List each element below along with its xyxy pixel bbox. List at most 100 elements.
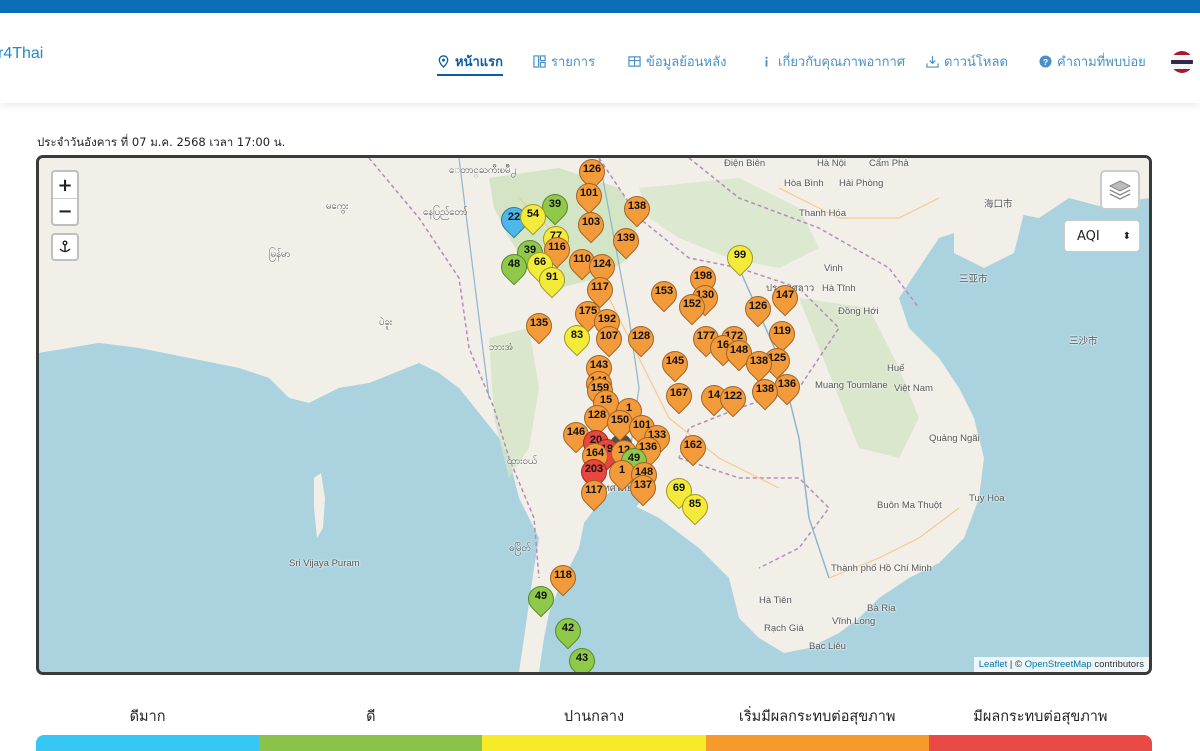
- map-place-label: မကွေး: [326, 201, 349, 212]
- attribution-separator: | ©: [1007, 659, 1025, 670]
- marker-aqi-value: 203: [584, 463, 604, 475]
- legend-color-bar: [928, 735, 1152, 751]
- nav-item-label: เกี่ยวกับคุณภาพอากาศ: [778, 55, 906, 70]
- marker-aqi-value: 118: [554, 569, 572, 581]
- marker-aqi-value: 152: [682, 298, 702, 310]
- marker-aqi-value: 42: [561, 622, 575, 634]
- map-place-label: Vinh: [824, 263, 843, 274]
- map-place-label: Thanh Hóa: [799, 208, 847, 219]
- station-marker[interactable]: 126: [739, 290, 777, 332]
- map-place-label: Điện Biên: [724, 158, 766, 169]
- download-icon: [926, 55, 939, 68]
- aqi-legend: ดีมาก ดี ปานกลาง เริ่มมีผลกระทบต่อสุขภาพ มีผ…: [36, 700, 1152, 751]
- leaflet-link[interactable]: Leaflet: [979, 659, 1008, 670]
- marker-aqi-value: 122: [723, 390, 743, 402]
- marker-aqi-value: 101: [579, 187, 599, 199]
- station-marker[interactable]: 103: [572, 206, 610, 248]
- station-marker[interactable]: 167: [660, 377, 698, 419]
- station-marker[interactable]: 147: [766, 279, 804, 321]
- marker-aqi-value: 138: [627, 200, 647, 212]
- legend-label: ดีมาก: [129, 709, 166, 725]
- zoom-in-button[interactable]: +: [53, 172, 77, 198]
- station-marker[interactable]: 117: [575, 474, 613, 516]
- map-place-label: မြန်မာ: [269, 249, 291, 260]
- marker-aqi-value: 83: [570, 329, 584, 341]
- marker-aqi-value: 107: [599, 330, 619, 342]
- station-marker[interactable]: 91: [533, 261, 571, 303]
- marker-aqi-value: 162: [683, 439, 703, 451]
- station-marker[interactable]: 153: [645, 275, 683, 317]
- station-marker[interactable]: 43: [563, 642, 601, 672]
- legend-color-bar: [36, 735, 260, 751]
- marker-aqi-value: 119: [773, 325, 791, 337]
- station-marker[interactable]: 99: [721, 239, 759, 281]
- map-place-label: ဓမြိတ်: [509, 543, 531, 554]
- map-place-label: Thành phố Hồ Chí Minh: [831, 563, 932, 574]
- station-marker[interactable]: 48: [495, 248, 533, 290]
- date-line: ประจำวันอังคาร ที่ 07 ม.ค. 2568 เวลา 17:…: [37, 135, 286, 149]
- station-marker[interactable]: 122: [714, 380, 752, 422]
- nav-item-label: หน้าแรก: [455, 55, 503, 70]
- list-grid-icon: [533, 55, 546, 68]
- map-place-label: Đồng Hới: [838, 306, 879, 317]
- map-place-label: 海口市: [984, 199, 1013, 210]
- legend-color-bar: [482, 735, 706, 751]
- map-place-label: Buôn Ma Thuột: [877, 500, 942, 511]
- nav-item-4[interactable]: ดาวน์โหลด: [926, 51, 1008, 72]
- marker-aqi-value: 139: [616, 232, 636, 244]
- marker-aqi-value: 145: [665, 355, 685, 367]
- station-marker[interactable]: 135: [520, 307, 558, 349]
- map-place-label: ေတာင္ႀကီးၿမိဳ႕: [449, 165, 517, 176]
- top-accent-bar: [0, 0, 1200, 13]
- station-marker[interactable]: 138: [618, 190, 656, 232]
- nav-item-0[interactable]: หน้าแรก: [437, 51, 503, 76]
- station-marker[interactable]: 139: [607, 222, 645, 264]
- marker-aqi-value: 99: [733, 249, 747, 261]
- pollutant-select[interactable]: AQI ⬍: [1064, 220, 1140, 252]
- station-marker[interactable]: 85: [676, 488, 714, 530]
- marker-aqi-value: 138: [749, 355, 769, 367]
- marker-aqi-value: 135: [529, 317, 549, 329]
- station-marker[interactable]: 138: [746, 373, 784, 415]
- aqi-map[interactable]: ေတာင္ႀကီးၿမိဳ႕ မကွေး နေပြည်တော် မြန်မာ ပဲခူး…: [36, 155, 1152, 675]
- attribution-tail: contributors: [1091, 659, 1144, 670]
- legend-color-bar: [705, 735, 929, 751]
- nav-item-2[interactable]: ข้อมูลย้อนหลัง: [628, 51, 726, 72]
- table-icon: [628, 55, 641, 68]
- marker-aqi-value: 117: [591, 281, 609, 293]
- station-marker[interactable]: 137: [624, 469, 662, 511]
- marker-aqi-value: 126: [748, 300, 768, 312]
- osm-link[interactable]: OpenStreetMap: [1025, 659, 1092, 670]
- marker-aqi-value: 117: [585, 484, 603, 496]
- marker-aqi-value: 137: [633, 479, 653, 491]
- zoom-out-button[interactable]: −: [53, 198, 77, 224]
- marker-aqi-value: 48: [507, 258, 521, 270]
- locate-button[interactable]: [51, 233, 79, 261]
- marker-aqi-value: 153: [654, 285, 674, 297]
- thai-flag-icon[interactable]: [1171, 51, 1193, 73]
- station-marker[interactable]: 152: [673, 288, 711, 330]
- map-place-label: ဘားအံ: [489, 342, 514, 353]
- map-place-label: Bạc Liêu: [809, 641, 846, 652]
- map-place-label: Bà Rịa: [867, 603, 896, 614]
- marker-aqi-value: 91: [545, 271, 559, 283]
- map-place-label: ပဲခူး: [379, 317, 393, 328]
- station-marker[interactable]: 162: [674, 429, 712, 471]
- map-place-label: Việt Nam: [894, 383, 933, 394]
- chevron-updown-icon: ⬍: [1122, 230, 1131, 242]
- zoom-control: + −: [51, 170, 79, 226]
- brand-logo-text[interactable]: r4Thai: [0, 45, 43, 63]
- marker-aqi-value: 147: [775, 289, 795, 301]
- map-place-label: Cẩm Phả: [869, 158, 909, 169]
- marker-aqi-value: 164: [585, 447, 605, 459]
- nav-item-1[interactable]: รายการ: [533, 51, 595, 72]
- nav-item-3[interactable]: เกี่ยวกับคุณภาพอากาศ: [760, 51, 905, 72]
- nav-item-5[interactable]: ? คำถามที่พบบ่อย: [1039, 51, 1146, 72]
- map-place-label: Vĩnh Long: [832, 616, 876, 627]
- station-marker[interactable]: 49: [522, 580, 560, 622]
- station-marker[interactable]: 128: [622, 320, 660, 362]
- legend-label: ดี: [366, 709, 376, 725]
- layers-button[interactable]: [1100, 170, 1140, 210]
- station-marker[interactable]: 145: [656, 345, 694, 387]
- svg-text:?: ?: [1043, 57, 1048, 67]
